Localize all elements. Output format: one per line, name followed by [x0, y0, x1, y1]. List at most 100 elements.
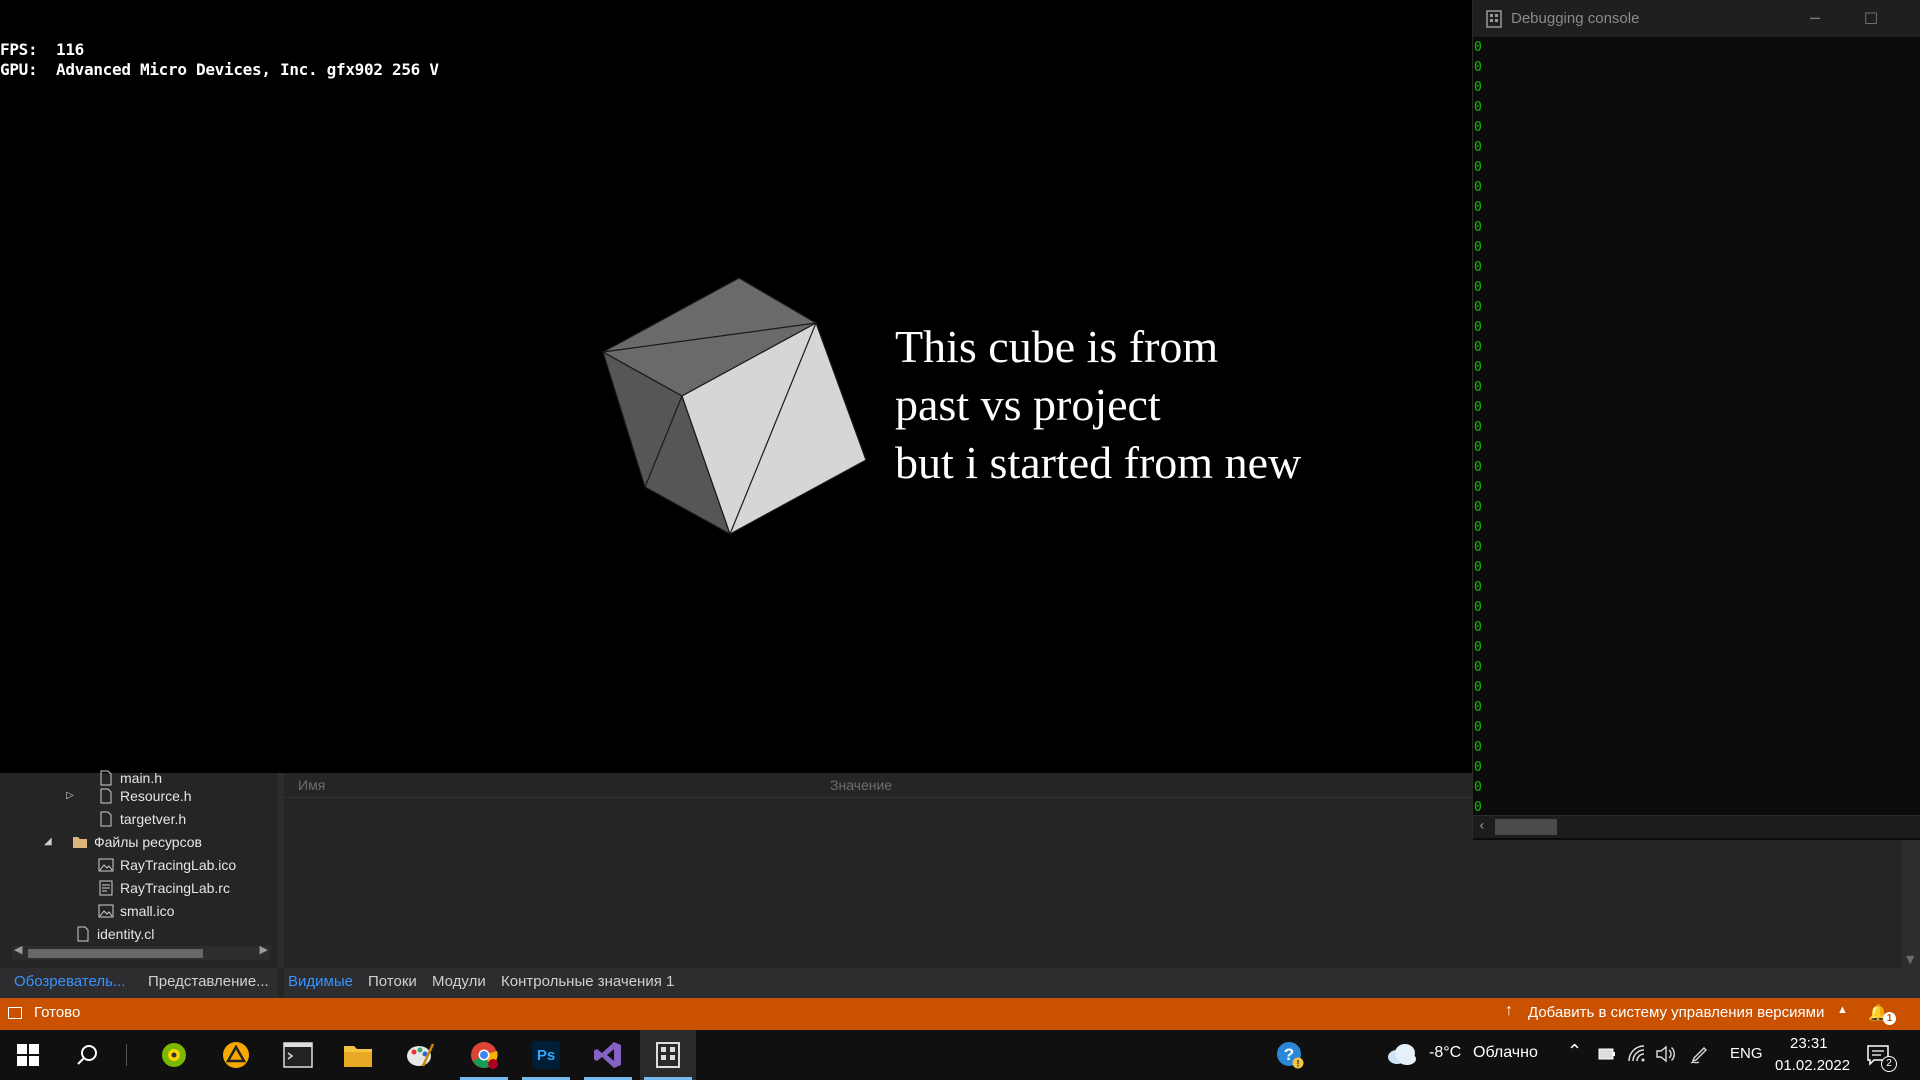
console-line: 0 — [1474, 100, 1482, 115]
clock-date[interactable]: 01.02.2022 — [1775, 1057, 1850, 1074]
watch-vscrollbar[interactable]: ▼ — [1902, 840, 1920, 968]
console-titlebar[interactable]: Debugging console ─ ☐ — [1473, 0, 1920, 37]
battery-icon[interactable] — [1598, 1048, 1616, 1060]
solution-hscrollbar[interactable]: ◀ ▶ — [12, 943, 270, 960]
help-tray-button[interactable]: ? ! — [1266, 1030, 1314, 1080]
console-app-icon — [1486, 9, 1502, 28]
tree-item[interactable]: small.ico — [98, 900, 174, 923]
scroll-left-icon[interactable]: ‹ — [1479, 818, 1485, 834]
collapse-arrow-icon[interactable]: ◢ — [44, 836, 52, 847]
tree-folder[interactable]: Файлы ресурсов — [72, 831, 202, 854]
caption-line-1: This cube is from — [895, 321, 1219, 372]
wifi-icon[interactable] — [1628, 1045, 1646, 1063]
upload-arrow-icon[interactable]: ↑ — [1505, 1002, 1513, 1020]
taskbar-app[interactable] — [580, 1030, 636, 1080]
console-line: 0 — [1474, 240, 1482, 255]
caption-text: This cube is from past vs project but i … — [895, 318, 1301, 492]
gpu-readout: GPU: Advanced Micro Devices, Inc. gfx902… — [0, 60, 439, 79]
console-line: 0 — [1474, 500, 1482, 515]
cloud-icon[interactable] — [1387, 1043, 1417, 1065]
console-line: 0 — [1474, 300, 1482, 315]
console-hscrollbar[interactable]: ‹ — [1473, 815, 1920, 838]
taskbar-app[interactable] — [208, 1030, 264, 1080]
notification-count-badge: 1 — [1883, 1012, 1896, 1025]
tree-item[interactable]: identity.cl — [75, 923, 154, 946]
search-icon — [77, 1045, 97, 1065]
console-line: 0 — [1474, 280, 1482, 295]
scroll-thumb[interactable] — [28, 949, 203, 958]
console-line: 0 — [1474, 120, 1482, 135]
console-line: 0 — [1474, 700, 1482, 715]
add-to-source-control-button[interactable]: Добавить в систему управления версиями — [1528, 1004, 1824, 1021]
taskbar-app[interactable] — [270, 1030, 326, 1080]
console-line: 0 — [1474, 180, 1482, 195]
scroll-thumb[interactable] — [1495, 819, 1557, 835]
fps-value: 116 — [56, 40, 85, 59]
scroll-left-icon[interactable]: ◀ — [14, 943, 22, 956]
taskbar-app[interactable] — [146, 1030, 202, 1080]
console-line: 0 — [1474, 520, 1482, 535]
chrome-icon — [471, 1042, 498, 1069]
taskbar-app[interactable] — [456, 1030, 512, 1080]
column-header-name[interactable]: Имя — [298, 777, 325, 793]
chameleon-app-icon — [162, 1043, 186, 1067]
console-line: 0 — [1474, 620, 1482, 635]
console-line: 0 — [1474, 60, 1482, 75]
scroll-right-icon[interactable]: ▶ — [260, 943, 268, 956]
resource-file-icon — [99, 880, 113, 896]
photoshop-icon: Ps — [532, 1041, 560, 1069]
tab-threads[interactable]: Потоки — [362, 969, 423, 995]
console-line: 0 — [1474, 340, 1482, 355]
tab-class-view[interactable]: Представление... — [142, 969, 275, 995]
status-text: Готово — [34, 1004, 81, 1021]
tree-item[interactable]: RayTracingLab.rc — [98, 877, 230, 900]
tree-item[interactable]: RayTracingLab.ico — [98, 854, 236, 877]
fps-label: FPS: — [0, 40, 38, 59]
file-explorer-icon — [344, 1046, 372, 1067]
weather-temperature[interactable]: -8°C — [1429, 1044, 1461, 1062]
taskbar-app[interactable] — [330, 1030, 386, 1080]
visual-studio-icon — [594, 1042, 621, 1068]
start-button[interactable] — [0, 1030, 56, 1080]
tab-watch-1[interactable]: Контрольные значения 1 — [495, 969, 680, 995]
expand-arrow-icon[interactable]: ▷ — [66, 790, 74, 801]
taskbar-divider — [126, 1044, 127, 1066]
tab-modules[interactable]: Модули — [426, 969, 492, 995]
language-indicator[interactable]: ENG — [1730, 1045, 1763, 1062]
console-line: 0 — [1474, 540, 1482, 555]
pen-workspace-icon[interactable] — [1690, 1044, 1710, 1064]
tab-autos[interactable]: Видимые — [282, 969, 359, 995]
taskbar-app[interactable] — [392, 1030, 448, 1080]
console-line: 0 — [1474, 720, 1482, 735]
tree-item[interactable]: Resource.h — [98, 785, 192, 808]
taskbar-app[interactable]: Ps — [518, 1030, 574, 1080]
console-line: 0 — [1474, 360, 1482, 375]
volume-icon[interactable] — [1656, 1045, 1676, 1063]
gpu-label: GPU: — [0, 60, 38, 79]
caret-up-icon[interactable]: ▲ — [1837, 1004, 1848, 1016]
minimize-button[interactable]: ─ — [1787, 0, 1843, 37]
console-line: 0 — [1474, 160, 1482, 175]
header-file-icon — [100, 811, 112, 827]
tree-item[interactable]: targetver.h — [98, 808, 186, 831]
render-viewport: FPS: 116 GPU: Advanced Micro Devices, In… — [0, 0, 1472, 773]
console-line: 0 — [1474, 420, 1482, 435]
file-icon — [77, 926, 89, 942]
windows-start-icon — [17, 1044, 39, 1066]
console-line: 0 — [1474, 640, 1482, 655]
rendered-cube — [601, 277, 867, 536]
console-line: 0 — [1474, 440, 1482, 455]
taskbar-app-active[interactable] — [640, 1030, 696, 1080]
maximize-button[interactable]: ☐ — [1843, 0, 1899, 37]
chevron-up-icon[interactable]: ⌃ — [1567, 1041, 1582, 1062]
tab-solution-explorer[interactable]: Обозреватель... — [8, 969, 131, 995]
image-file-icon — [98, 904, 114, 918]
column-header-value[interactable]: Значение — [830, 777, 892, 793]
scroll-down-icon[interactable]: ▼ — [1906, 953, 1914, 966]
console-line: 0 — [1474, 200, 1482, 215]
weather-description[interactable]: Облачно — [1473, 1044, 1538, 1062]
search-button[interactable] — [60, 1030, 116, 1080]
clock-time[interactable]: 23:31 — [1790, 1035, 1828, 1052]
console-line: 0 — [1474, 480, 1482, 495]
terminal-icon — [283, 1042, 313, 1068]
